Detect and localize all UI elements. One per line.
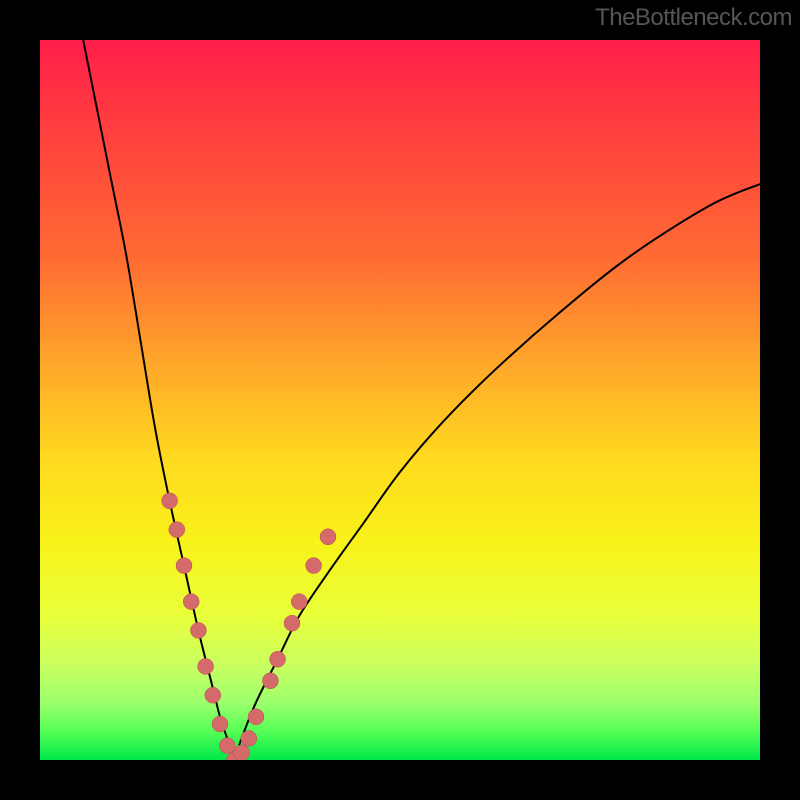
marker-group xyxy=(162,493,336,760)
marker-dot xyxy=(198,658,214,674)
chart-svg xyxy=(40,40,760,760)
plot-area xyxy=(40,40,760,760)
watermark-text: TheBottleneck.com xyxy=(595,4,792,32)
marker-dot xyxy=(262,673,278,689)
curve-left-arm xyxy=(83,40,234,760)
marker-dot xyxy=(205,687,221,703)
marker-dot xyxy=(241,730,257,746)
marker-dot xyxy=(270,651,286,667)
marker-dot xyxy=(190,622,206,638)
curve-right-arm xyxy=(234,184,760,760)
marker-dot xyxy=(212,716,228,732)
chart-container: TheBottleneck.com xyxy=(0,0,800,800)
marker-dot xyxy=(284,615,300,631)
marker-dot xyxy=(234,745,250,760)
marker-dot xyxy=(320,529,336,545)
marker-dot xyxy=(219,738,235,754)
marker-dot xyxy=(291,594,307,610)
marker-dot xyxy=(306,558,322,574)
marker-dot xyxy=(162,493,178,509)
marker-dot xyxy=(169,522,185,538)
marker-dot xyxy=(183,594,199,610)
marker-dot xyxy=(176,558,192,574)
marker-dot xyxy=(248,709,264,725)
